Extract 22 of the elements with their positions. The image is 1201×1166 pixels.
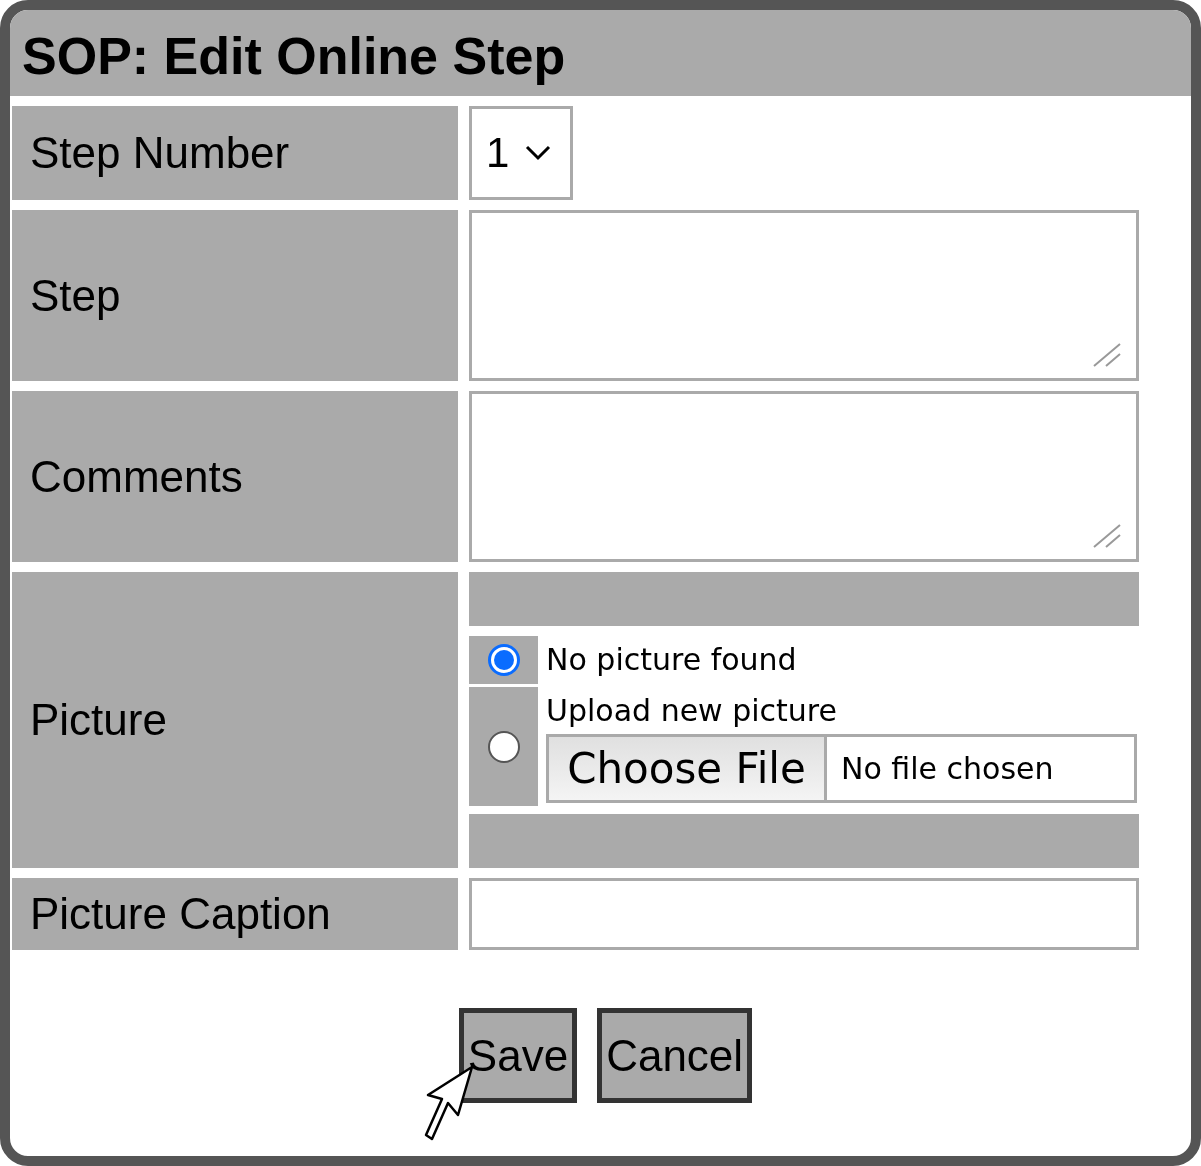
file-status: No file chosen <box>840 750 1054 788</box>
step-number-select[interactable]: 1 <box>469 106 573 200</box>
chevron-down-icon <box>525 145 552 161</box>
resize-grip-icon <box>1092 340 1122 368</box>
option-label: No picture found <box>546 642 797 677</box>
field-label: Step Number <box>12 106 458 200</box>
field-label: Picture Caption <box>12 878 458 950</box>
cancel-button[interactable]: Cancel <box>597 1008 753 1103</box>
caption-input[interactable] <box>469 878 1139 950</box>
radio-button[interactable] <box>487 730 520 763</box>
file-input[interactable]: Choose File No file chosen <box>546 734 1137 803</box>
choose-file-button[interactable]: Choose File <box>549 737 827 800</box>
field-label: Comments <box>12 391 458 562</box>
text-area[interactable] <box>469 210 1139 381</box>
resize-grip-icon <box>1092 521 1122 549</box>
save-button[interactable]: Save <box>458 1008 578 1103</box>
text-area[interactable] <box>469 391 1139 562</box>
radio-button[interactable] <box>487 644 520 676</box>
window-title: SOP: Edit Online Step <box>22 26 566 86</box>
field-label: Picture <box>12 572 458 868</box>
option-label: Upload new picture <box>546 693 838 728</box>
field-label: Step <box>12 210 458 381</box>
